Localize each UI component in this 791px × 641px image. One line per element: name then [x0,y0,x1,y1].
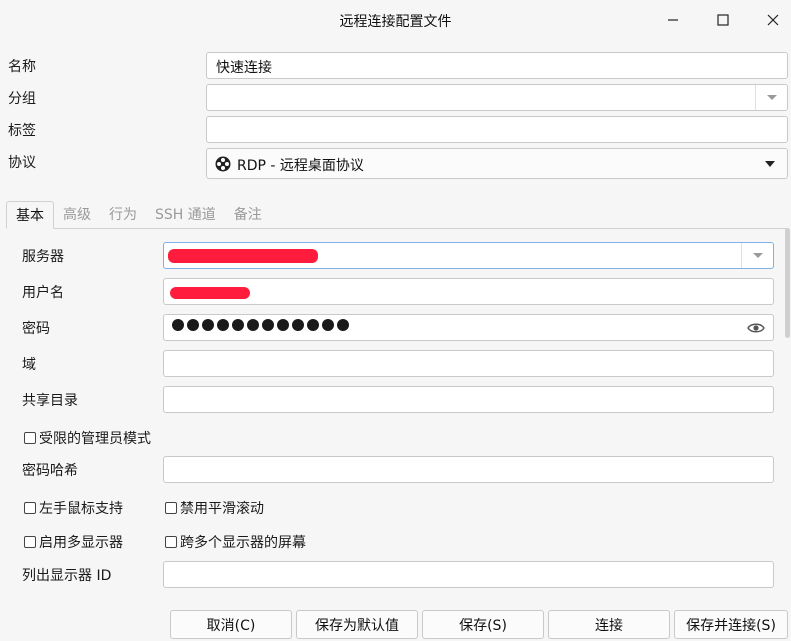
tab-behavior[interactable]: 行为 [100,201,146,229]
tab-bar: 基本 高级 行为 SSH 通道 备注 [6,201,271,229]
disable-smooth-scroll-checkbox[interactable]: 禁用平滑滚动 [165,498,264,518]
name-input[interactable]: 快速连接 [206,52,788,79]
disable-smooth-scroll-label: 禁用平滑滚动 [180,501,264,517]
password-input[interactable] [163,314,774,341]
domain-input[interactable] [163,350,774,377]
password-dot [187,319,199,331]
password-hash-label: 密码哈希 [22,463,78,479]
password-mask [172,319,349,331]
domain-label: 域 [22,357,36,373]
protocol-value: RDP - 远程桌面协议 [237,158,364,174]
tags-input[interactable] [206,116,788,143]
minimize-icon [668,19,678,21]
server-combobox[interactable] [163,242,774,269]
password-dot [292,319,304,331]
group-label: 分组 [8,91,36,107]
group-combobox[interactable] [206,84,788,111]
cancel-button[interactable]: 取消(C) [170,610,292,639]
protocol-label: 协议 [8,155,36,171]
password-dot [262,319,274,331]
password-dot [307,319,319,331]
multi-monitor-label: 启用多显示器 [39,535,123,551]
protocol-select[interactable]: RDP - 远程桌面协议 [206,148,788,179]
password-dot [172,319,184,331]
password-dot [247,319,259,331]
maximize-icon [717,14,729,26]
rdp-protocol-icon [215,156,231,172]
left-mouse-checkbox[interactable]: 左手鼠标支持 [24,498,123,518]
tab-notes[interactable]: 备注 [225,201,271,229]
password-hash-input[interactable] [163,456,774,483]
close-icon [767,14,779,26]
chevron-down-icon [752,253,763,258]
server-redaction [168,249,318,263]
close-button[interactable] [761,8,785,32]
tab-advanced[interactable]: 高级 [54,201,100,229]
username-redaction [170,287,250,299]
restricted-admin-checkbox[interactable]: 受限的管理员模式 [24,428,151,448]
name-value: 快速连接 [216,60,272,76]
maximize-button[interactable] [711,8,735,32]
connect-button[interactable]: 连接 [548,610,670,639]
tab-basic[interactable]: 基本 [6,201,54,229]
password-dot [217,319,229,331]
list-monitor-label: 列出显示器 ID [22,568,112,584]
server-dropdown-button[interactable] [741,243,773,268]
share-folder-input[interactable] [163,386,774,413]
title-bar: 远程连接配置文件 [0,0,791,40]
password-dot [232,319,244,331]
group-dropdown-button[interactable] [755,85,787,110]
save-as-default-button[interactable]: 保存为默认值 [296,610,418,639]
username-label: 用户名 [22,285,64,301]
share-folder-label: 共享目录 [22,393,78,409]
restricted-admin-label: 受限的管理员模式 [39,431,151,447]
checkbox-box[interactable] [165,502,177,514]
minimize-button[interactable] [661,8,685,32]
tags-label: 标签 [8,123,36,139]
vertical-scrollbar[interactable] [785,228,790,338]
server-label: 服务器 [22,249,64,265]
password-dot [202,319,214,331]
password-dot [337,319,349,331]
password-dot [277,319,289,331]
checkbox-box[interactable] [24,536,36,548]
password-label: 密码 [22,321,50,337]
name-label: 名称 [8,59,36,75]
username-input[interactable] [163,278,774,305]
checkbox-box[interactable] [24,432,36,444]
tab-ssh-tunnel[interactable]: SSH 通道 [146,201,225,229]
chevron-down-icon [766,95,777,100]
password-dot [322,319,334,331]
save-and-connect-button[interactable]: 保存并连接(S) [674,610,788,639]
save-button[interactable]: 保存(S) [422,610,544,639]
protocol-dropdown-icon [765,161,775,167]
list-monitor-input[interactable] [163,561,774,588]
span-monitors-label: 跨多个显示器的屏幕 [180,535,306,551]
eye-icon[interactable] [747,321,765,335]
checkbox-box[interactable] [165,536,177,548]
left-mouse-label: 左手鼠标支持 [39,501,123,517]
checkbox-box[interactable] [24,502,36,514]
span-monitors-checkbox[interactable]: 跨多个显示器的屏幕 [165,532,306,552]
multi-monitor-checkbox[interactable]: 启用多显示器 [24,532,123,552]
